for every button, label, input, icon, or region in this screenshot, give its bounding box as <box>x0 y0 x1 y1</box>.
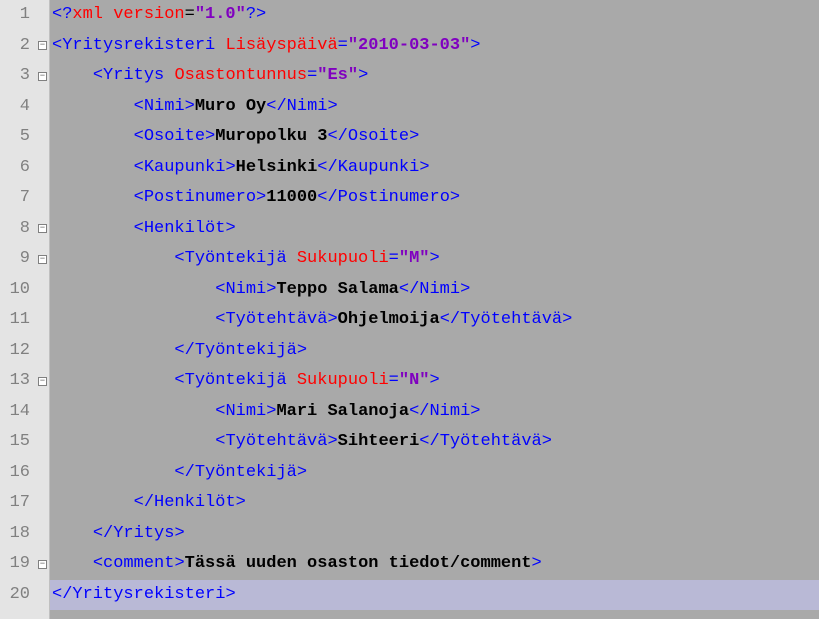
line-number-gutter: 1234567891011121314151617181920 <box>0 0 36 619</box>
code-line[interactable]: <Työntekijä Sukupuoli="N"> <box>50 366 819 397</box>
code-line[interactable]: <Postinumero>11000</Postinumero> <box>50 183 819 214</box>
fold-collapse-icon[interactable]: − <box>38 224 47 233</box>
line-number: 20 <box>0 580 30 611</box>
code-line[interactable]: <Nimi>Muro Oy</Nimi> <box>50 92 819 123</box>
line-number: 9 <box>0 244 30 275</box>
fold-marker[interactable]: − <box>36 549 49 580</box>
line-number: 12 <box>0 336 30 367</box>
code-line[interactable]: <Työtehtävä>Sihteeri</Työtehtävä> <box>50 427 819 458</box>
code-line[interactable]: <Nimi>Teppo Salama</Nimi> <box>50 275 819 306</box>
fold-marker <box>36 153 49 184</box>
line-number: 7 <box>0 183 30 214</box>
fold-marker[interactable]: − <box>36 31 49 62</box>
code-line[interactable]: <Kaupunki>Helsinki</Kaupunki> <box>50 153 819 184</box>
fold-marker <box>36 0 49 31</box>
line-number: 11 <box>0 305 30 336</box>
line-number: 1 <box>0 0 30 31</box>
fold-collapse-icon[interactable]: − <box>38 41 47 50</box>
fold-collapse-icon[interactable]: − <box>38 377 47 386</box>
fold-column[interactable]: − − − − − − <box>36 0 50 619</box>
code-line[interactable]: <comment>Tässä uuden osaston tiedot/comm… <box>50 549 819 580</box>
line-number: 5 <box>0 122 30 153</box>
code-line[interactable]: </Yritysrekisteri> <box>50 580 819 611</box>
fold-marker <box>36 122 49 153</box>
fold-marker <box>36 458 49 489</box>
code-area[interactable]: <?xml version="1.0"?><Yritysrekisteri Li… <box>50 0 819 619</box>
code-line[interactable]: </Työntekijä> <box>50 458 819 489</box>
code-line[interactable]: <Työntekijä Sukupuoli="M"> <box>50 244 819 275</box>
code-line[interactable]: <Osoite>Muropolku 3</Osoite> <box>50 122 819 153</box>
fold-marker <box>36 92 49 123</box>
code-editor[interactable]: 1234567891011121314151617181920 −− −− − … <box>0 0 819 619</box>
code-line[interactable]: </Yritys> <box>50 519 819 550</box>
fold-marker[interactable]: − <box>36 244 49 275</box>
fold-marker <box>36 183 49 214</box>
fold-marker <box>36 275 49 306</box>
line-number: 4 <box>0 92 30 123</box>
code-line[interactable]: <Henkilöt> <box>50 214 819 245</box>
fold-marker <box>36 305 49 336</box>
line-number: 2 <box>0 31 30 62</box>
line-number: 6 <box>0 153 30 184</box>
code-line[interactable]: <Yritysrekisteri Lisäyspäivä="2010-03-03… <box>50 31 819 62</box>
fold-marker[interactable]: − <box>36 366 49 397</box>
fold-marker[interactable]: − <box>36 61 49 92</box>
line-number: 19 <box>0 549 30 580</box>
fold-marker <box>36 427 49 458</box>
line-number: 17 <box>0 488 30 519</box>
fold-marker <box>36 519 49 550</box>
fold-collapse-icon[interactable]: − <box>38 560 47 569</box>
fold-collapse-icon[interactable]: − <box>38 255 47 264</box>
line-number: 14 <box>0 397 30 428</box>
fold-collapse-icon[interactable]: − <box>38 72 47 81</box>
fold-marker[interactable]: − <box>36 214 49 245</box>
code-line[interactable]: <Yritys Osastontunnus="Es"> <box>50 61 819 92</box>
line-number: 10 <box>0 275 30 306</box>
line-number: 13 <box>0 366 30 397</box>
code-line[interactable]: <Työtehtävä>Ohjelmoija</Työtehtävä> <box>50 305 819 336</box>
code-line[interactable]: <?xml version="1.0"?> <box>50 0 819 31</box>
fold-marker <box>36 488 49 519</box>
line-number: 3 <box>0 61 30 92</box>
line-number: 15 <box>0 427 30 458</box>
fold-marker <box>36 397 49 428</box>
line-number: 8 <box>0 214 30 245</box>
line-number: 18 <box>0 519 30 550</box>
fold-marker <box>36 580 49 611</box>
code-line[interactable]: </Työntekijä> <box>50 336 819 367</box>
line-number: 16 <box>0 458 30 489</box>
code-line[interactable]: </Henkilöt> <box>50 488 819 519</box>
code-line[interactable]: <Nimi>Mari Salanoja</Nimi> <box>50 397 819 428</box>
fold-marker <box>36 336 49 367</box>
